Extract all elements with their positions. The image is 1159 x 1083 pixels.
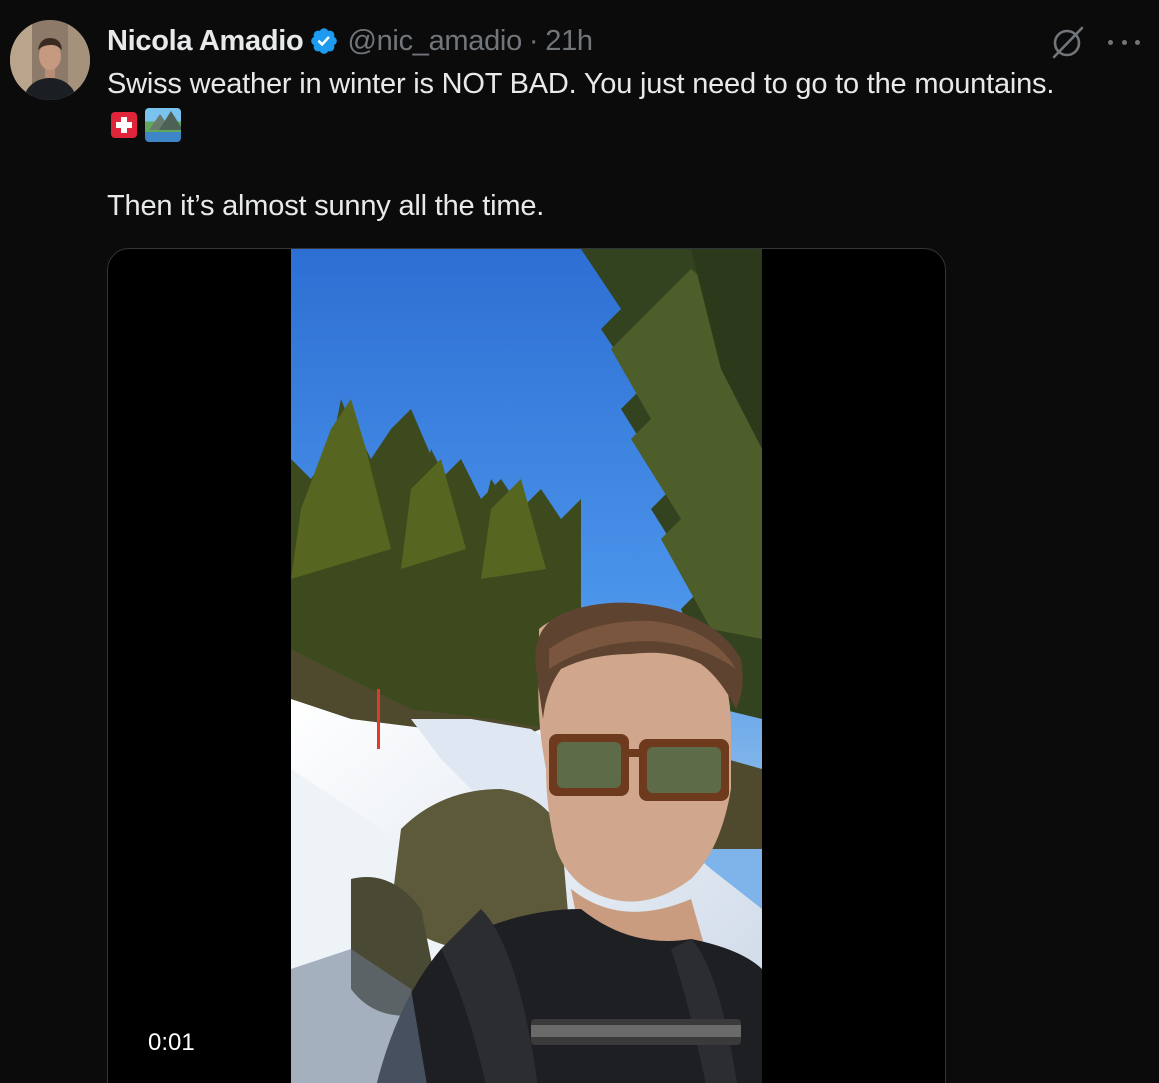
avatar[interactable] xyxy=(10,20,90,100)
separator-dot: · xyxy=(528,24,539,57)
emoji-row xyxy=(107,104,1147,146)
tweet-text-line-1: Swiss weather in winter is NOT BAD. You … xyxy=(107,68,1055,100)
more-options-icon[interactable] xyxy=(1108,28,1140,56)
verified-badge-icon xyxy=(309,26,339,56)
video-thumbnail xyxy=(291,249,762,1083)
tweet[interactable]: Nicola Amadio @nic_amadio · 21h Swiss we… xyxy=(0,0,1159,1083)
author-handle[interactable]: @nic_amadio xyxy=(347,25,522,58)
avatar-photo xyxy=(10,20,90,100)
video-frame[interactable] xyxy=(291,249,762,1083)
author-name[interactable]: Nicola Amadio xyxy=(107,25,304,58)
tweet-time[interactable]: 21h xyxy=(545,25,593,58)
landscape-emoji xyxy=(145,108,181,142)
swiss-flag-emoji xyxy=(111,112,137,138)
tweet-text-line-2: Then it’s almost sunny all the time. xyxy=(107,190,545,222)
video-player[interactable]: 0:01 xyxy=(107,248,946,1083)
tweet-text: Swiss weather in winter is NOT BAD. You … xyxy=(107,64,1147,226)
video-timestamp: 0:01 xyxy=(148,1029,195,1056)
tweet-header: Nicola Amadio @nic_amadio · 21h xyxy=(107,22,593,60)
grok-icon[interactable] xyxy=(1050,24,1086,60)
